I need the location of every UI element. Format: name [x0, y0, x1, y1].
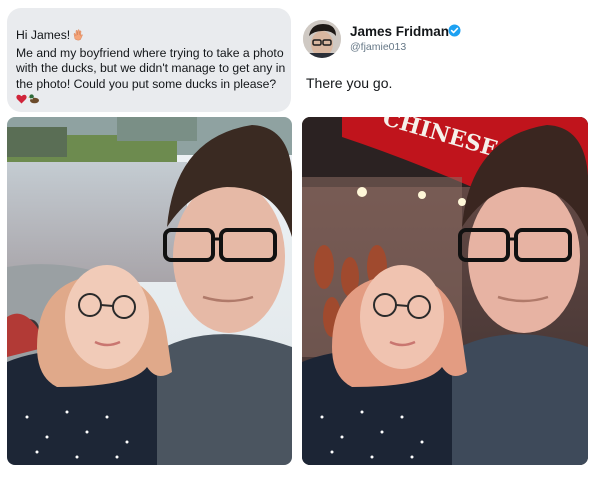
duck-icon — [28, 93, 40, 109]
author-handle[interactable]: @fjamie013 — [350, 41, 406, 53]
request-message-greeting-line: Hi James! — [16, 28, 283, 46]
request-message-line: Me and my boyfriend where trying to take… — [16, 45, 284, 60]
author-name[interactable]: James Fridman — [350, 24, 449, 39]
request-message-greeting: Hi James! — [16, 28, 71, 42]
avatar[interactable] — [303, 20, 341, 58]
reply-text: There you go. — [306, 75, 393, 91]
heart-icon — [16, 93, 27, 109]
request-message-line: the photo! Could you put some ducks in p… — [16, 76, 277, 91]
request-message-bubble: Hi James! Me and my boyfriend where tryi… — [7, 8, 291, 112]
emoji-row — [16, 93, 283, 109]
edited-photo: CHINESE — [302, 117, 588, 465]
original-photo — [7, 117, 292, 465]
request-message-line: with the ducks, but we didn't manage to … — [16, 61, 286, 75]
verified-badge-icon — [448, 24, 461, 42]
waving-hand-icon — [72, 29, 84, 46]
